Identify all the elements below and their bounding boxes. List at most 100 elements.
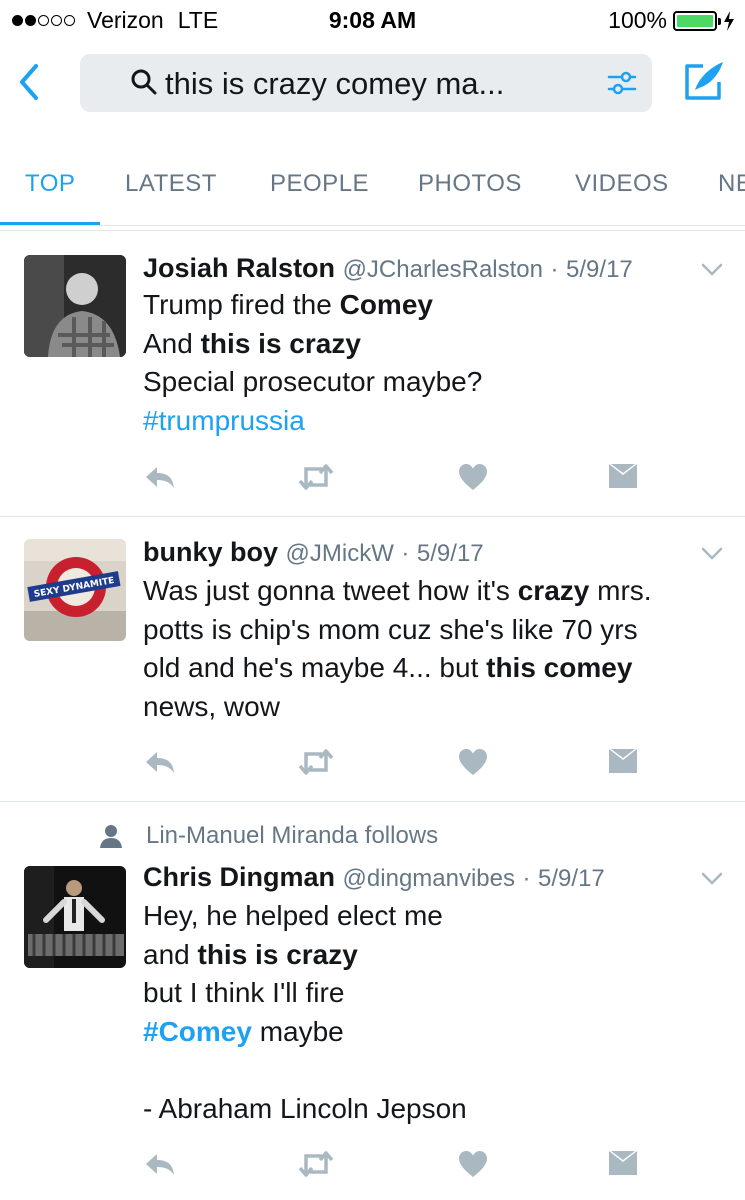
tab-videos[interactable]: VIDEOS bbox=[575, 170, 669, 198]
tweet-line: Special prosecutor maybe? bbox=[143, 363, 733, 402]
charging-bolt-icon bbox=[724, 10, 734, 31]
tweet-line: news, wow bbox=[143, 688, 733, 727]
tweet-line: old and he's maybe 4... but this comey bbox=[143, 649, 733, 688]
tweet-text-segment: old and he's maybe 4... but bbox=[143, 652, 487, 684]
tweet-text-segment: and bbox=[143, 938, 198, 970]
tweet-line: #Comey maybe bbox=[143, 1013, 733, 1052]
tweet-text-segment: Hey, he helped elect me bbox=[143, 900, 443, 931]
author-handle[interactable]: @JMickW bbox=[286, 540, 394, 567]
separator-dot: · bbox=[522, 865, 531, 892]
tweet-text-segment: potts is chip's mom cuz she's like 70 yr… bbox=[143, 613, 638, 645]
tab-latest[interactable]: LATEST bbox=[125, 170, 217, 198]
tweet-line: and this is crazy bbox=[143, 936, 733, 975]
heart-icon bbox=[459, 464, 487, 490]
search-query: this is crazy comey ma... bbox=[165, 66, 505, 101]
social-context: Lin-Manuel Miranda follows bbox=[98, 822, 438, 850]
tweet-text-segment: And bbox=[143, 327, 201, 359]
tweet-actions bbox=[143, 1150, 663, 1184]
heart-icon bbox=[459, 1151, 487, 1177]
avatar[interactable] bbox=[24, 866, 126, 968]
reply-button[interactable] bbox=[143, 463, 177, 496]
tab-people[interactable]: PEOPLE bbox=[270, 170, 369, 198]
reply-icon bbox=[146, 1154, 174, 1175]
dm-button[interactable] bbox=[608, 748, 638, 779]
avatar[interactable]: SEXY DYNAMITE bbox=[24, 539, 126, 641]
retweet-button[interactable] bbox=[298, 748, 334, 781]
like-button[interactable] bbox=[458, 748, 488, 781]
tweet-line: but I think I'll fire bbox=[143, 974, 733, 1013]
dm-button[interactable] bbox=[608, 1150, 638, 1181]
retweet-icon bbox=[298, 1151, 334, 1177]
tweet-text-segment: Trump fired the bbox=[143, 289, 340, 320]
reply-icon bbox=[146, 467, 174, 488]
highlighted-term: crazy bbox=[517, 575, 590, 606]
tweet-line: And this is crazy bbox=[143, 325, 733, 364]
avatar[interactable] bbox=[24, 255, 126, 357]
tweet[interactable]: Josiah Ralston @JCharlesRalston · 5/9/17… bbox=[0, 231, 745, 517]
tweet-text-segment: mrs. bbox=[589, 575, 652, 606]
hashtag-link[interactable]: #trumprussia bbox=[143, 405, 305, 436]
tweet-text-segment: - Abraham Lincoln Jepson bbox=[143, 1093, 467, 1125]
back-button[interactable] bbox=[14, 62, 44, 102]
retweet-button[interactable] bbox=[298, 463, 334, 496]
avatar-photo: SEXY DYNAMITE bbox=[24, 539, 126, 641]
tweet-text-segment: but I think I'll fire bbox=[143, 977, 345, 1009]
like-button[interactable] bbox=[458, 463, 488, 496]
tweet-text: Was just gonna tweet how it's crazy mrs.… bbox=[143, 572, 733, 727]
tweet-text: Trump fired the Comey And this is crazy Sp… bbox=[143, 286, 733, 441]
like-button[interactable] bbox=[458, 1150, 488, 1183]
search-input[interactable]: this is crazy comey ma... bbox=[80, 54, 652, 112]
tweet-line bbox=[143, 1052, 733, 1091]
tweet-date: 5/9/17 bbox=[416, 540, 484, 567]
social-context-text: Lin-Manuel Miranda follows bbox=[146, 822, 439, 849]
tweet-date: 5/9/17 bbox=[566, 256, 633, 283]
battery-icon bbox=[673, 10, 721, 31]
envelope-icon bbox=[609, 1151, 637, 1175]
highlighted-term: this is crazy bbox=[200, 327, 361, 359]
tweet-text: Hey, he helped elect me and this is crazy… bbox=[143, 897, 733, 1129]
tweet-text-segment: Special prosecutor maybe? bbox=[143, 366, 483, 398]
tweet-text-segment: news, wow bbox=[143, 691, 280, 723]
dm-button[interactable] bbox=[608, 463, 638, 494]
chevron-down-icon[interactable] bbox=[701, 547, 723, 561]
author-handle[interactable]: @JCharlesRalston bbox=[343, 256, 543, 283]
envelope-icon bbox=[609, 749, 637, 773]
tab-photos[interactable]: PHOTOS bbox=[418, 170, 522, 198]
tweet-line: #trumprussia bbox=[143, 402, 733, 441]
reply-button[interactable] bbox=[143, 1150, 177, 1183]
status-bar: Verizon LTE 9:08 AM 100% bbox=[0, 0, 745, 40]
reply-icon bbox=[146, 752, 174, 773]
retweet-button[interactable] bbox=[298, 1150, 334, 1183]
tweet[interactable]: Lin-Manuel Miranda follows Chris Dingman… bbox=[0, 802, 745, 1200]
search-icon bbox=[131, 69, 157, 95]
tweet[interactable]: SEXY DYNAMITE bunky boy @JMickW · 5/9/17… bbox=[0, 517, 745, 802]
search-tabs: TOP LATEST PEOPLE PHOTOS VIDEOS NE bbox=[0, 126, 745, 226]
tweet-line: Hey, he helped elect me bbox=[143, 897, 733, 936]
tweet-text-segment: Was just gonna tweet how it's bbox=[143, 575, 518, 606]
person-icon bbox=[100, 825, 122, 848]
battery-percent: 100% bbox=[608, 7, 667, 33]
retweet-icon bbox=[298, 464, 334, 490]
retweet-icon bbox=[298, 749, 334, 775]
author-handle[interactable]: @dingmanvibes bbox=[343, 865, 515, 892]
author-name[interactable]: Josiah Ralston bbox=[143, 253, 335, 283]
envelope-icon bbox=[609, 464, 637, 488]
chevron-left-icon bbox=[20, 64, 38, 100]
battery-status: 100% bbox=[608, 7, 735, 34]
compose-tweet-button[interactable] bbox=[681, 58, 727, 104]
separator-dot: · bbox=[401, 540, 410, 567]
tab-news[interactable]: NE bbox=[718, 170, 745, 198]
avatar-photo bbox=[24, 255, 126, 357]
tweet-line: potts is chip's mom cuz she's like 70 yr… bbox=[143, 611, 733, 650]
author-name[interactable]: bunky boy bbox=[143, 537, 278, 567]
chevron-down-icon[interactable] bbox=[701, 872, 723, 886]
chevron-down-icon[interactable] bbox=[701, 263, 723, 277]
tweet-header: bunky boy @JMickW · 5/9/17 bbox=[143, 537, 484, 568]
hashtag-link[interactable]: #Comey bbox=[143, 1016, 252, 1047]
tweet-date: 5/9/17 bbox=[538, 865, 605, 892]
tab-top[interactable]: TOP bbox=[25, 170, 75, 198]
search-header: this is crazy comey ma... bbox=[0, 40, 745, 126]
reply-button[interactable] bbox=[143, 748, 177, 781]
author-name[interactable]: Chris Dingman bbox=[143, 862, 335, 892]
filter-icon[interactable] bbox=[606, 69, 638, 97]
